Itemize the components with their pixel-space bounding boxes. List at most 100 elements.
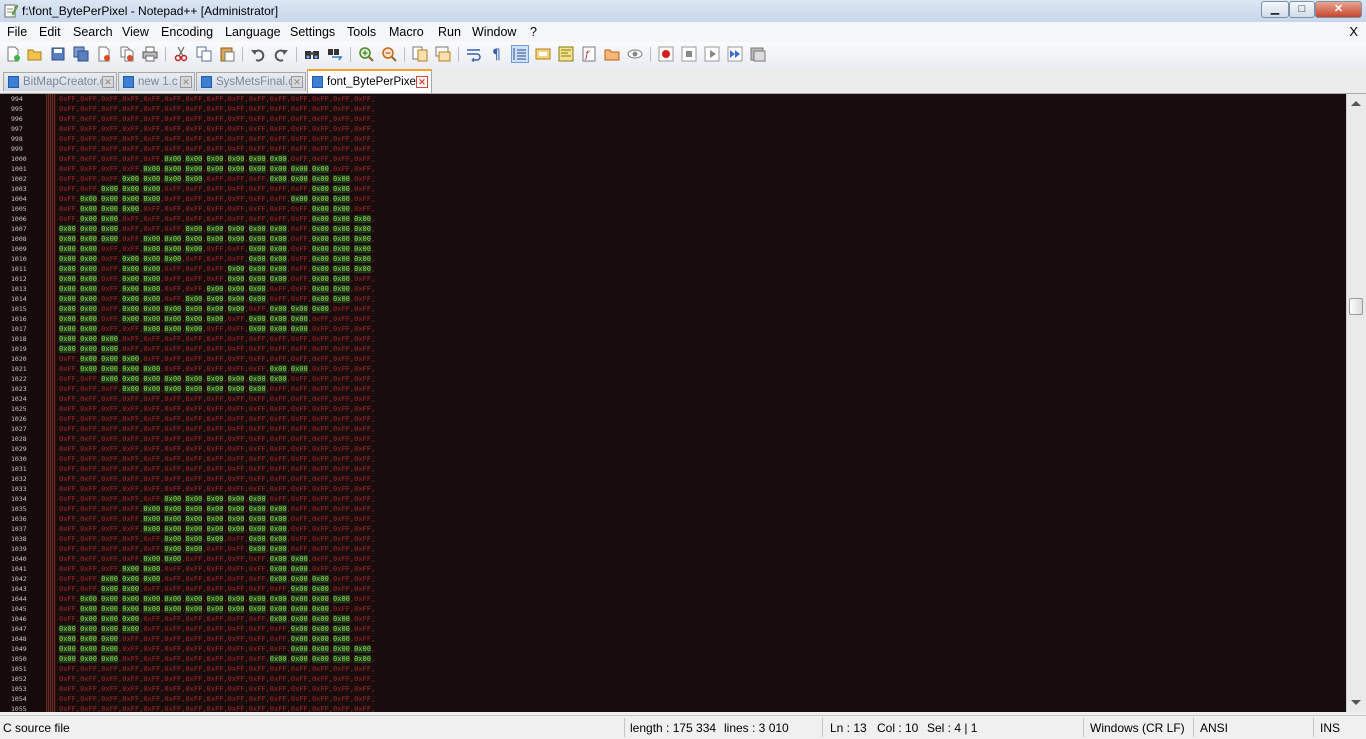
code-line[interactable]: 0xFF,0xFF,0xFF,0xFF,0xFF,0xFF,0xFF,0xFF,… (59, 144, 439, 154)
indent-guide-icon[interactable] (511, 45, 529, 63)
code-line[interactable]: 0xFF,0xFF,0xFF,0xFF,0xFF,0xFF,0xFF,0xFF,… (59, 694, 439, 704)
tab-font-byteperpixel[interactable]: font_BytePerPixel ✕ (307, 69, 432, 93)
show-all-chars-icon[interactable]: ¶ (489, 46, 505, 62)
code-line[interactable]: 0xFF,0xFF,0xFF,0xFF,0xFF,0xFF,0xFF,0xFF,… (59, 94, 439, 104)
copy-icon[interactable] (196, 46, 212, 62)
doc-map-icon[interactable] (558, 46, 574, 62)
find-icon[interactable] (304, 46, 320, 62)
code-line[interactable]: 0xFF,0x00,0x00,0x00,0xFF,0xFF,0xFF,0xFF,… (59, 614, 439, 624)
undo-icon[interactable] (250, 46, 266, 62)
code-line[interactable]: 0xFF,0xFF,0xFF,0xFF,0xFF,0xFF,0xFF,0xFF,… (59, 124, 439, 134)
code-line[interactable]: 0x00,0x00,0xFF,0x00,0x00,0x00,0x00,0x00,… (59, 314, 439, 324)
save-icon[interactable] (50, 46, 66, 62)
code-line[interactable]: 0xFF,0xFF,0xFF,0xFF,0x00,0x00,0x00,0x00,… (59, 164, 439, 174)
code-line[interactable]: 0xFF,0xFF,0xFF,0xFF,0xFF,0xFF,0xFF,0xFF,… (59, 134, 439, 144)
code-line[interactable]: 0xFF,0xFF,0xFF,0xFF,0xFF,0xFF,0xFF,0xFF,… (59, 664, 439, 674)
code-line[interactable]: 0xFF,0x00,0x00,0x00,0x00,0x00,0x00,0x00,… (59, 604, 439, 614)
scroll-down-arrow-icon[interactable] (1351, 700, 1361, 705)
code-line[interactable]: 0xFF,0xFF,0xFF,0xFF,0xFF,0xFF,0xFF,0xFF,… (59, 474, 439, 484)
menu-edit[interactable]: Edit (39, 25, 61, 39)
code-line[interactable]: 0xFF,0xFF,0xFF,0xFF,0xFF,0xFF,0xFF,0xFF,… (59, 484, 439, 494)
stop-record-icon[interactable] (681, 46, 697, 62)
save-macro-icon[interactable] (750, 46, 766, 62)
tab-new-1[interactable]: new 1.c ✕ (118, 72, 195, 91)
code-line[interactable]: 0xFF,0xFF,0xFF,0xFF,0xFF,0xFF,0xFF,0xFF,… (59, 464, 439, 474)
code-line[interactable]: 0xFF,0xFF,0xFF,0xFF,0xFF,0xFF,0xFF,0xFF,… (59, 104, 439, 114)
code-line[interactable]: 0xFF,0xFF,0xFF,0xFF,0xFF,0xFF,0xFF,0xFF,… (59, 704, 439, 712)
code-line[interactable]: 0x00,0x00,0xFF,0x00,0x00,0xFF,0xFF,0xFF,… (59, 274, 439, 284)
code-line[interactable]: 0x00,0x00,0x00,0xFF,0xFF,0xFF,0x00,0x00,… (59, 224, 439, 234)
sync-horizontal-icon[interactable] (435, 46, 451, 62)
menu-encoding[interactable]: Encoding (161, 25, 213, 39)
run-multiple-macro-icon[interactable] (727, 46, 743, 62)
code-line[interactable]: 0xFF,0xFF,0xFF,0xFF,0x00,0x00,0x00,0x00,… (59, 504, 439, 514)
play-macro-icon[interactable] (704, 46, 720, 62)
code-line[interactable]: 0xFF,0xFF,0xFF,0xFF,0xFF,0xFF,0xFF,0xFF,… (59, 424, 439, 434)
code-line[interactable]: 0xFF,0xFF,0x00,0x00,0x00,0x00,0x00,0x00,… (59, 374, 439, 384)
code-line[interactable]: 0xFF,0xFF,0xFF,0xFF,0xFF,0xFF,0xFF,0xFF,… (59, 434, 439, 444)
code-line[interactable]: 0xFF,0x00,0x00,0x00,0x00,0xFF,0xFF,0xFF,… (59, 364, 439, 374)
code-line[interactable]: 0xFF,0xFF,0xFF,0xFF,0xFF,0xFF,0xFF,0xFF,… (59, 394, 439, 404)
code-line[interactable]: 0xFF,0xFF,0xFF,0xFF,0xFF,0xFF,0xFF,0xFF,… (59, 444, 439, 454)
redo-icon[interactable] (273, 46, 289, 62)
monitor-icon[interactable] (627, 46, 643, 62)
code-line[interactable]: 0x00,0x00,0xFF,0x00,0x00,0xFF,0xFF,0xFF,… (59, 264, 439, 274)
tab-bitmapcreator[interactable]: BitMapCreator.c ✕ (3, 72, 117, 91)
menu-macro[interactable]: Macro (389, 25, 424, 39)
code-line[interactable]: 0xFF,0xFF,0x00,0x00,0x00,0xFF,0xFF,0xFF,… (59, 574, 439, 584)
menu-help[interactable]: ? (530, 25, 537, 39)
code-line[interactable]: 0xFF,0xFF,0xFF,0xFF,0xFF,0xFF,0xFF,0xFF,… (59, 114, 439, 124)
menu-tools[interactable]: Tools (347, 25, 376, 39)
menu-language[interactable]: Language (225, 25, 281, 39)
code-line[interactable]: 0x00,0x00,0x00,0xFF,0x00,0x00,0x00,0x00,… (59, 234, 439, 244)
vertical-scrollbar[interactable] (1346, 94, 1366, 712)
code-line[interactable]: 0xFF,0xFF,0x00,0x00,0x00,0xFF,0xFF,0xFF,… (59, 184, 439, 194)
code-line[interactable]: 0x00,0x00,0xFF,0x00,0x00,0x00,0xFF,0xFF,… (59, 254, 439, 264)
code-line[interactable]: 0xFF,0xFF,0xFF,0xFF,0xFF,0xFF,0xFF,0xFF,… (59, 454, 439, 464)
tab-close-icon[interactable]: ✕ (291, 76, 303, 88)
minimize-button[interactable]: ▁ (1261, 1, 1289, 18)
tab-sysmetsfinal[interactable]: SysMetsFinal.c ✕ (196, 72, 306, 91)
code-line[interactable]: 0x00,0x00,0x00,0xFF,0xFF,0xFF,0xFF,0xFF,… (59, 334, 439, 344)
code-line[interactable]: 0xFF,0xFF,0xFF,0xFF,0x00,0x00,0x00,0x00,… (59, 524, 439, 534)
code-line[interactable]: 0xFF,0xFF,0xFF,0xFF,0xFF,0xFF,0xFF,0xFF,… (59, 674, 439, 684)
code-line[interactable]: 0x00,0x00,0x00,0xFF,0xFF,0xFF,0xFF,0xFF,… (59, 634, 439, 644)
code-line[interactable]: 0xFF,0xFF,0xFF,0xFF,0xFF,0x00,0x00,0xFF,… (59, 544, 439, 554)
menu-file[interactable]: File (7, 25, 27, 39)
code-line[interactable]: 0x00,0x00,0xFF,0x00,0x00,0x00,0x00,0x00,… (59, 304, 439, 314)
maximize-button[interactable]: □ (1289, 1, 1315, 18)
code-line[interactable]: 0xFF,0xFF,0xFF,0xFF,0xFF,0xFF,0xFF,0xFF,… (59, 404, 439, 414)
print-icon[interactable] (142, 46, 158, 62)
tab-close-icon[interactable]: ✕ (416, 76, 428, 88)
function-list-icon[interactable]: f (581, 46, 597, 62)
code-line[interactable]: 0x00,0x00,0xFF,0xFF,0x00,0x00,0x00,0xFF,… (59, 244, 439, 254)
sync-vertical-icon[interactable] (412, 46, 428, 62)
scroll-thumb[interactable] (1349, 298, 1363, 315)
user-language-icon[interactable] (535, 46, 551, 62)
menu-run[interactable]: Run (438, 25, 461, 39)
code-line[interactable]: 0x00,0x00,0x00,0xFF,0xFF,0xFF,0xFF,0xFF,… (59, 644, 439, 654)
zoom-out-icon[interactable] (381, 46, 397, 62)
code-line[interactable]: 0x00,0x00,0xFF,0x00,0x00,0xFF,0x00,0x00,… (59, 294, 439, 304)
code-line[interactable]: 0x00,0x00,0xFF,0x00,0x00,0xFF,0xFF,0x00,… (59, 284, 439, 294)
close-file-icon[interactable] (96, 46, 112, 62)
close-window-button[interactable]: ✕ (1315, 1, 1362, 18)
close-all-icon[interactable] (119, 46, 135, 62)
word-wrap-icon[interactable] (466, 46, 482, 62)
folder-icon[interactable] (604, 46, 620, 62)
code-line[interactable]: 0xFF,0x00,0x00,0x00,0xFF,0xFF,0xFF,0xFF,… (59, 204, 439, 214)
scroll-up-arrow-icon[interactable] (1351, 101, 1361, 106)
code-line[interactable]: 0xFF,0xFF,0xFF,0xFF,0xFF,0xFF,0xFF,0xFF,… (59, 684, 439, 694)
new-file-icon[interactable] (5, 46, 21, 62)
code-line[interactable]: 0xFF,0x00,0x00,0xFF,0xFF,0xFF,0xFF,0xFF,… (59, 214, 439, 224)
code-line[interactable]: 0xFF,0x00,0x00,0x00,0x00,0xFF,0xFF,0xFF,… (59, 194, 439, 204)
paste-icon[interactable] (219, 46, 235, 62)
code-line[interactable]: 0xFF,0xFF,0xFF,0x00,0x00,0x00,0x00,0xFF,… (59, 174, 439, 184)
code-line[interactable]: 0xFF,0xFF,0xFF,0xFF,0xFF,0x00,0x00,0x00,… (59, 494, 439, 504)
code-line[interactable]: 0xFF,0xFF,0xFF,0xFF,0x00,0x00,0xFF,0xFF,… (59, 554, 439, 564)
code-line[interactable]: 0x00,0x00,0x00,0x00,0xFF,0xFF,0xFF,0xFF,… (59, 624, 439, 634)
close-document-button[interactable]: X (1349, 24, 1358, 39)
menu-search[interactable]: Search (73, 25, 113, 39)
code-text[interactable]: 0xFF,0xFF,0xFF,0xFF,0xFF,0xFF,0xFF,0xFF,… (59, 94, 439, 712)
tab-close-icon[interactable]: ✕ (180, 76, 192, 88)
